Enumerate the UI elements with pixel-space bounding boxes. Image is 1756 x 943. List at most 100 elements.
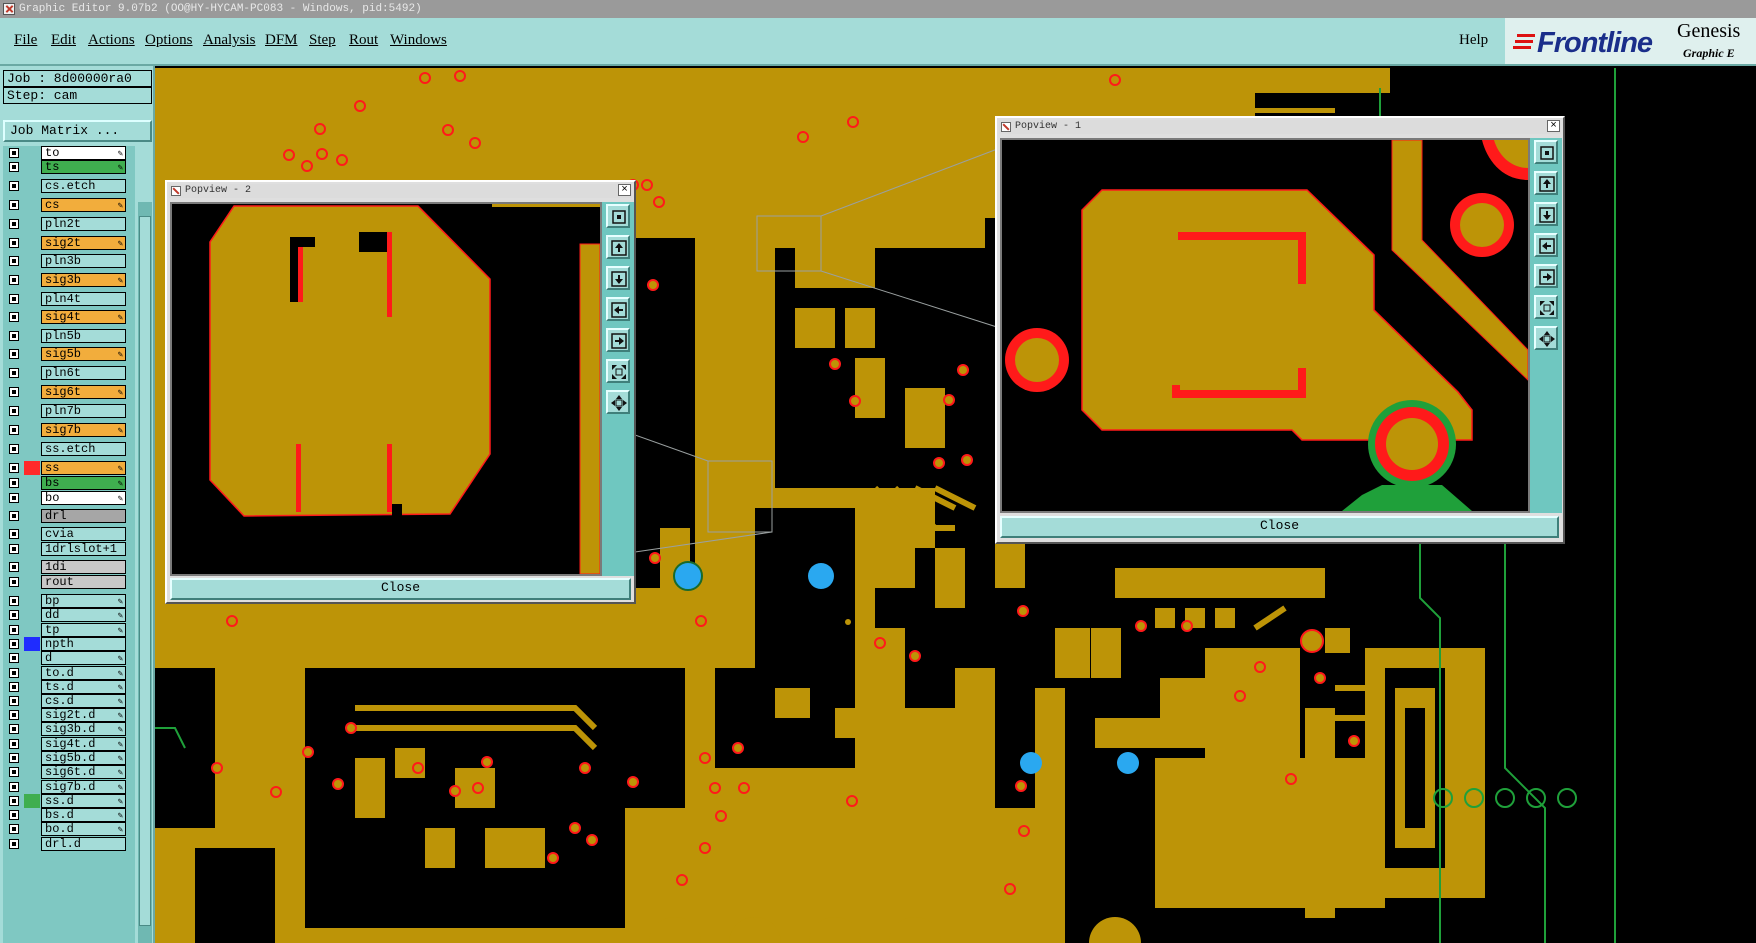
menu-help[interactable]: Help [1459,32,1488,49]
menu-rout[interactable]: Rout [349,32,378,49]
layer-row[interactable]: sig5b ✎ [3,347,135,361]
layer-checkbox[interactable] [9,839,19,849]
layer-checkbox[interactable] [9,349,19,359]
layer-color-swatch[interactable] [24,254,40,268]
layer-color-swatch[interactable] [24,347,40,361]
layer-checkbox[interactable] [9,162,19,172]
layer-name[interactable]: 1drlslot+1 [41,542,126,556]
layer-name[interactable]: pln4t [41,292,126,306]
layer-name[interactable]: to.d ✎ [41,666,126,680]
layer-color-swatch[interactable] [24,179,40,193]
layer-checkbox[interactable] [9,511,19,521]
layer-row[interactable]: bs ✎ [3,476,135,490]
layer-checkbox[interactable] [9,294,19,304]
layer-checkbox[interactable] [9,562,19,572]
layer-checkbox[interactable] [9,724,19,734]
zoom-in-button[interactable] [606,235,630,259]
pan-right-button[interactable] [1534,264,1558,288]
layer-row[interactable]: pln5b [3,329,135,343]
layer-color-swatch[interactable] [24,694,40,708]
layer-color-swatch[interactable] [24,794,40,808]
job-matrix-button[interactable]: Job Matrix ... [3,120,152,142]
layer-row[interactable]: ss ✎ [3,461,135,475]
menu-step[interactable]: Step [309,32,336,49]
layer-color-swatch[interactable] [24,780,40,794]
zoom-extents-button[interactable] [606,359,630,383]
layer-color-swatch[interactable] [24,404,40,418]
layer-row[interactable]: pln6t [3,366,135,380]
menu-options[interactable]: Options [145,32,193,49]
layer-name[interactable]: sig4t.d ✎ [41,737,126,751]
layer-name[interactable]: sig6t.d ✎ [41,765,126,779]
layer-color-swatch[interactable] [24,575,40,589]
layer-row[interactable]: npth [3,637,135,651]
layer-name[interactable]: pln5b [41,329,126,343]
layer-checkbox[interactable] [9,478,19,488]
layer-color-swatch[interactable] [24,623,40,637]
layer-checkbox[interactable] [9,696,19,706]
layer-name[interactable]: cvia [41,527,126,541]
layer-color-swatch[interactable] [24,708,40,722]
layer-row[interactable]: sig3b ✎ [3,273,135,287]
layer-color-swatch[interactable] [24,737,40,751]
layer-color-swatch[interactable] [24,608,40,622]
layer-name[interactable]: pln3b [41,254,126,268]
layer-row[interactable]: ts ✎ [3,160,135,174]
layer-color-swatch[interactable] [24,476,40,490]
layer-color-swatch[interactable] [24,837,40,851]
layer-checkbox[interactable] [9,331,19,341]
popview-1-close-icon[interactable]: × [1547,120,1560,132]
layer-name[interactable]: bo ✎ [41,491,126,505]
layer-checkbox[interactable] [9,493,19,503]
layer-name[interactable]: drl [41,509,126,523]
layer-color-swatch[interactable] [24,651,40,665]
layer-name[interactable]: 1di [41,560,126,574]
layer-color-swatch[interactable] [24,491,40,505]
popview-1-canvas[interactable] [1000,138,1530,513]
menu-actions[interactable]: Actions [88,32,135,49]
layer-name[interactable]: bo.d ✎ [41,822,126,836]
layer-row[interactable]: sig6t ✎ [3,385,135,399]
zoom-out-button[interactable] [606,266,630,290]
layer-row[interactable]: to ✎ [3,146,135,160]
layer-color-swatch[interactable] [24,751,40,765]
layer-checkbox[interactable] [9,639,19,649]
layer-name[interactable]: ss ✎ [41,461,126,475]
layer-checkbox[interactable] [9,596,19,606]
layer-checkbox[interactable] [9,444,19,454]
layer-row[interactable]: sig4t ✎ [3,310,135,324]
layer-row[interactable]: bp ✎ [3,594,135,608]
layer-checkbox[interactable] [9,200,19,210]
layer-name[interactable]: cs ✎ [41,198,126,212]
layer-checkbox[interactable] [9,668,19,678]
layer-checkbox[interactable] [9,406,19,416]
layer-color-swatch[interactable] [24,160,40,174]
layer-row[interactable]: drl.d [3,837,135,851]
layer-name[interactable]: d ✎ [41,651,126,665]
layer-checkbox[interactable] [9,653,19,663]
layer-name[interactable]: drl.d [41,837,126,851]
layer-row[interactable]: 1drlslot+1 [3,542,135,556]
zoom-extents-button[interactable] [1534,295,1558,319]
layer-name[interactable]: sig3b.d ✎ [41,722,126,736]
layer-color-swatch[interactable] [24,366,40,380]
layer-color-swatch[interactable] [24,637,40,651]
popview-2-close-button[interactable]: Close [170,578,631,600]
layer-checkbox[interactable] [9,181,19,191]
layer-name[interactable]: dd ✎ [41,608,126,622]
popview-2-canvas[interactable] [170,202,602,576]
layer-checkbox[interactable] [9,810,19,820]
layer-row[interactable]: pln2t [3,217,135,231]
layer-name[interactable]: rout [41,575,126,589]
layer-name[interactable]: bs ✎ [41,476,126,490]
layer-row[interactable]: ts.d ✎ [3,680,135,694]
zoom-fit-button[interactable] [1534,140,1558,164]
layer-name[interactable]: pln7b [41,404,126,418]
layer-color-swatch[interactable] [24,765,40,779]
layer-color-swatch[interactable] [24,146,40,160]
layer-color-swatch[interactable] [24,509,40,523]
layer-color-swatch[interactable] [24,310,40,324]
layer-row[interactable]: sig7b.d ✎ [3,780,135,794]
popview-1-close-button[interactable]: Close [1000,516,1559,538]
menu-file[interactable]: File [14,32,37,49]
